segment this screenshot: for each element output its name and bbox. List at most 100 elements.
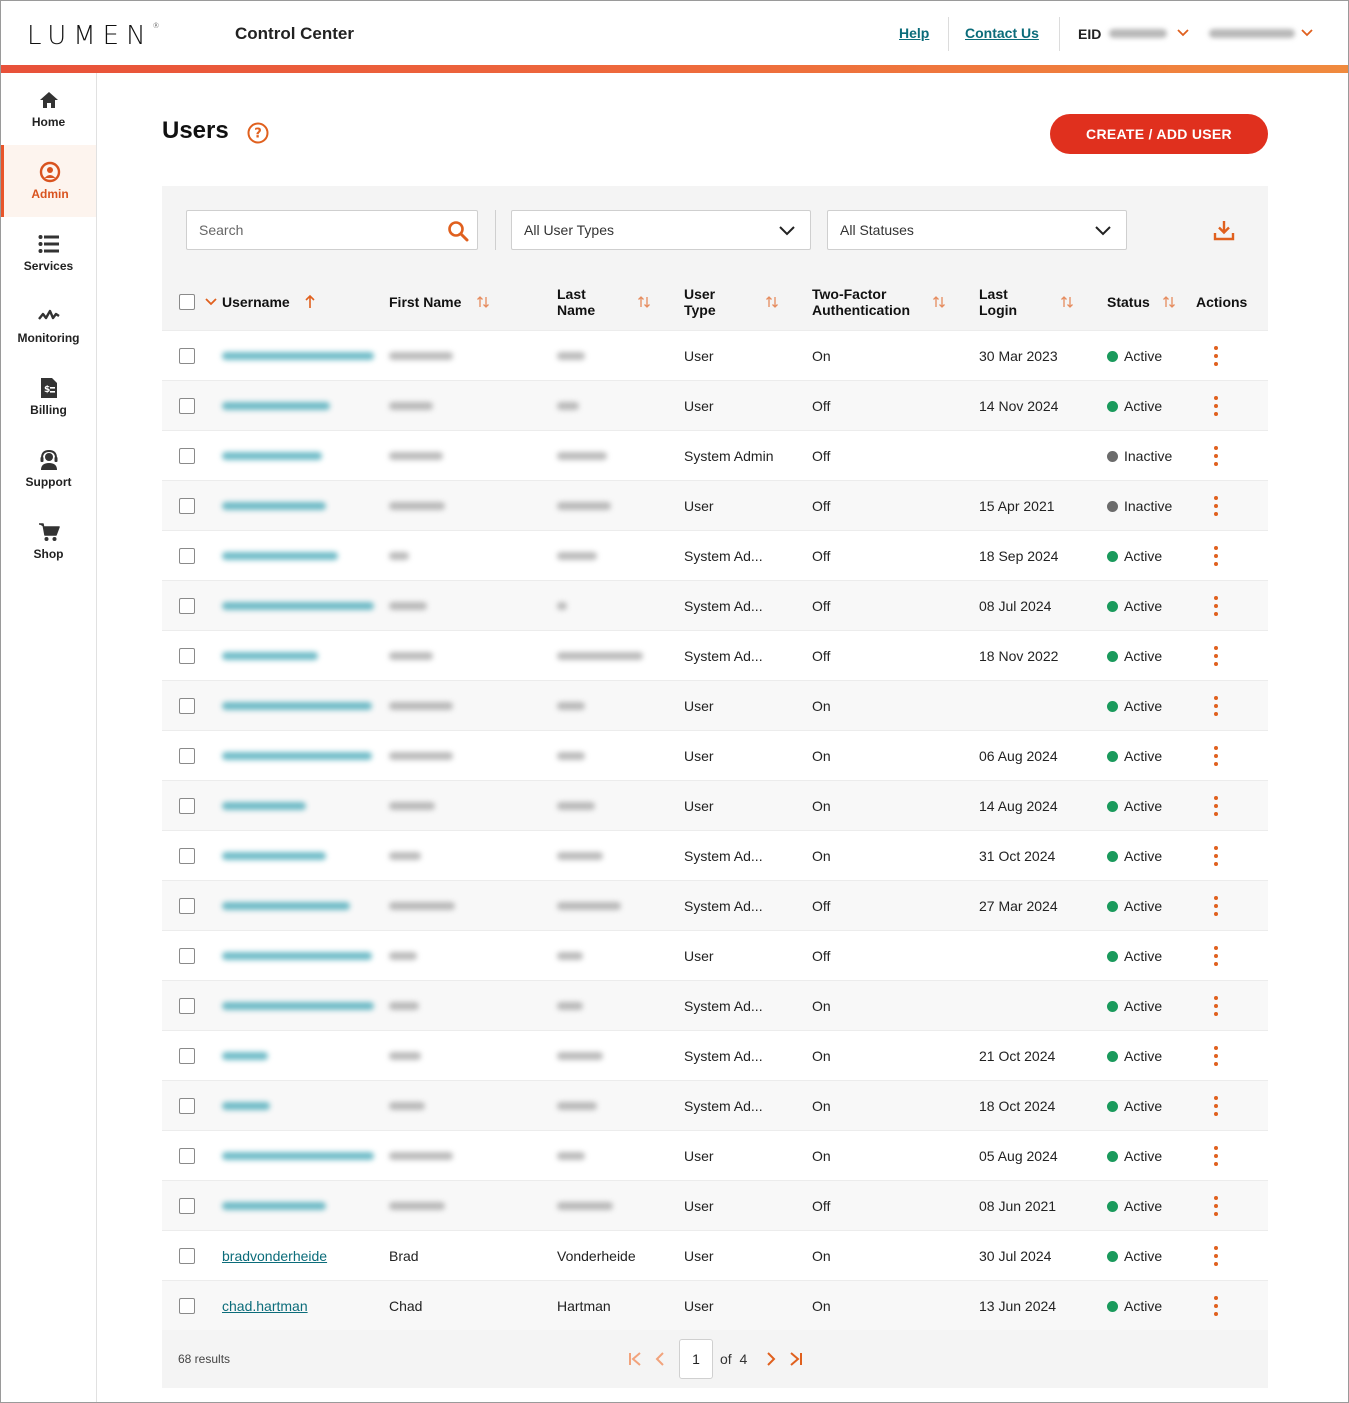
row-actions-kebab-icon[interactable] xyxy=(1212,1196,1220,1216)
row-checkbox[interactable] xyxy=(179,798,195,814)
previous-page-icon[interactable] xyxy=(652,1350,668,1368)
row-actions-kebab-icon[interactable] xyxy=(1212,846,1220,866)
column-header-two-factor[interactable]: Two-Factor Authentication xyxy=(812,274,927,330)
username-link-redacted[interactable] xyxy=(222,1152,374,1160)
sort-icon[interactable] xyxy=(1060,294,1074,310)
cell-username[interactable] xyxy=(222,881,350,931)
column-header-first-name[interactable]: First Name xyxy=(389,274,461,330)
cell-username[interactable] xyxy=(222,631,318,681)
help-question-icon[interactable]: ? xyxy=(247,122,269,144)
row-checkbox[interactable] xyxy=(179,998,195,1014)
sidebar-item-admin[interactable]: Admin xyxy=(1,145,96,217)
page-number-input[interactable] xyxy=(679,1339,713,1379)
username-link-redacted[interactable] xyxy=(222,852,326,860)
row-actions-kebab-icon[interactable] xyxy=(1212,1046,1220,1066)
row-actions-kebab-icon[interactable] xyxy=(1212,1296,1220,1316)
row-checkbox[interactable] xyxy=(179,948,195,964)
sidebar-item-support[interactable]: Support xyxy=(1,433,96,505)
cell-username[interactable]: chad.hartman xyxy=(222,1281,308,1331)
row-checkbox[interactable] xyxy=(179,398,195,414)
cell-username[interactable] xyxy=(222,931,372,981)
row-checkbox[interactable] xyxy=(179,448,195,464)
chevron-down-icon[interactable] xyxy=(204,296,218,308)
sort-ascending-icon[interactable] xyxy=(303,294,317,310)
username-link-redacted[interactable] xyxy=(222,452,322,460)
eid-chevron-down-icon[interactable] xyxy=(1175,25,1191,41)
row-checkbox[interactable] xyxy=(179,598,195,614)
username-link-redacted[interactable] xyxy=(222,1052,268,1060)
row-checkbox[interactable] xyxy=(179,1198,195,1214)
row-checkbox[interactable] xyxy=(179,1148,195,1164)
sort-icon[interactable] xyxy=(932,294,946,310)
sidebar-item-services[interactable]: Services xyxy=(1,217,96,289)
cell-username[interactable] xyxy=(222,981,374,1031)
username-link-redacted[interactable] xyxy=(222,702,372,710)
sort-icon[interactable] xyxy=(1162,294,1176,310)
row-actions-kebab-icon[interactable] xyxy=(1212,596,1220,616)
row-actions-kebab-icon[interactable] xyxy=(1212,646,1220,666)
row-actions-kebab-icon[interactable] xyxy=(1212,696,1220,716)
column-header-last-login[interactable]: Last Login xyxy=(979,274,1029,330)
row-checkbox[interactable] xyxy=(179,698,195,714)
row-checkbox[interactable] xyxy=(179,348,195,364)
cell-username[interactable] xyxy=(222,581,374,631)
download-icon[interactable] xyxy=(1212,218,1236,242)
cell-username[interactable] xyxy=(222,1131,374,1181)
row-checkbox[interactable] xyxy=(179,1248,195,1264)
row-checkbox[interactable] xyxy=(179,898,195,914)
user-type-select[interactable]: All User Types xyxy=(511,210,811,250)
username-link-redacted[interactable] xyxy=(222,1202,326,1210)
username-link-redacted[interactable] xyxy=(222,502,326,510)
cell-username[interactable] xyxy=(222,531,338,581)
row-actions-kebab-icon[interactable] xyxy=(1212,396,1220,416)
cell-username[interactable] xyxy=(222,481,326,531)
column-header-username[interactable]: Username xyxy=(222,274,290,330)
cell-username[interactable] xyxy=(222,681,372,731)
row-actions-kebab-icon[interactable] xyxy=(1212,746,1220,766)
username-link[interactable]: chad.hartman xyxy=(222,1298,308,1314)
sort-icon[interactable] xyxy=(765,294,779,310)
username-link-redacted[interactable] xyxy=(222,552,338,560)
row-checkbox[interactable] xyxy=(179,548,195,564)
username-link-redacted[interactable] xyxy=(222,602,374,610)
column-header-user-type[interactable]: User Type xyxy=(684,274,734,330)
lumen-logo[interactable]: LUMEN® xyxy=(27,21,160,51)
row-actions-kebab-icon[interactable] xyxy=(1212,1146,1220,1166)
row-actions-kebab-icon[interactable] xyxy=(1212,496,1220,516)
row-actions-kebab-icon[interactable] xyxy=(1212,996,1220,1016)
username-link-redacted[interactable] xyxy=(222,402,330,410)
account-name-redacted[interactable] xyxy=(1209,29,1295,38)
cell-username[interactable] xyxy=(222,1031,268,1081)
contact-us-link[interactable]: Contact Us xyxy=(965,25,1039,41)
row-actions-kebab-icon[interactable] xyxy=(1212,1246,1220,1266)
account-chevron-down-icon[interactable] xyxy=(1299,25,1315,41)
row-actions-kebab-icon[interactable] xyxy=(1212,546,1220,566)
sort-icon[interactable] xyxy=(476,294,490,310)
row-actions-kebab-icon[interactable] xyxy=(1212,896,1220,916)
cell-username[interactable] xyxy=(222,431,322,481)
cell-username[interactable] xyxy=(222,781,306,831)
username-link-redacted[interactable] xyxy=(222,902,350,910)
sidebar-item-billing[interactable]: $ Billing xyxy=(1,361,96,433)
search-icon[interactable] xyxy=(447,220,469,242)
first-page-icon[interactable] xyxy=(627,1350,643,1368)
search-field[interactable] xyxy=(186,210,478,250)
username-link-redacted[interactable] xyxy=(222,352,374,360)
row-checkbox[interactable] xyxy=(179,1048,195,1064)
row-actions-kebab-icon[interactable] xyxy=(1212,446,1220,466)
status-select[interactable]: All Statuses xyxy=(827,210,1127,250)
help-link[interactable]: Help xyxy=(899,25,929,41)
username-link-redacted[interactable] xyxy=(222,1102,270,1110)
row-checkbox[interactable] xyxy=(179,848,195,864)
cell-username[interactable] xyxy=(222,731,372,781)
cell-username[interactable] xyxy=(222,1081,270,1131)
username-link-redacted[interactable] xyxy=(222,952,372,960)
username-link-redacted[interactable] xyxy=(222,652,318,660)
row-checkbox[interactable] xyxy=(179,748,195,764)
username-link-redacted[interactable] xyxy=(222,802,306,810)
row-checkbox[interactable] xyxy=(179,1098,195,1114)
last-page-icon[interactable] xyxy=(788,1350,804,1368)
row-actions-kebab-icon[interactable] xyxy=(1212,1096,1220,1116)
row-actions-kebab-icon[interactable] xyxy=(1212,346,1220,366)
cell-username[interactable]: bradvonderheide xyxy=(222,1231,327,1281)
